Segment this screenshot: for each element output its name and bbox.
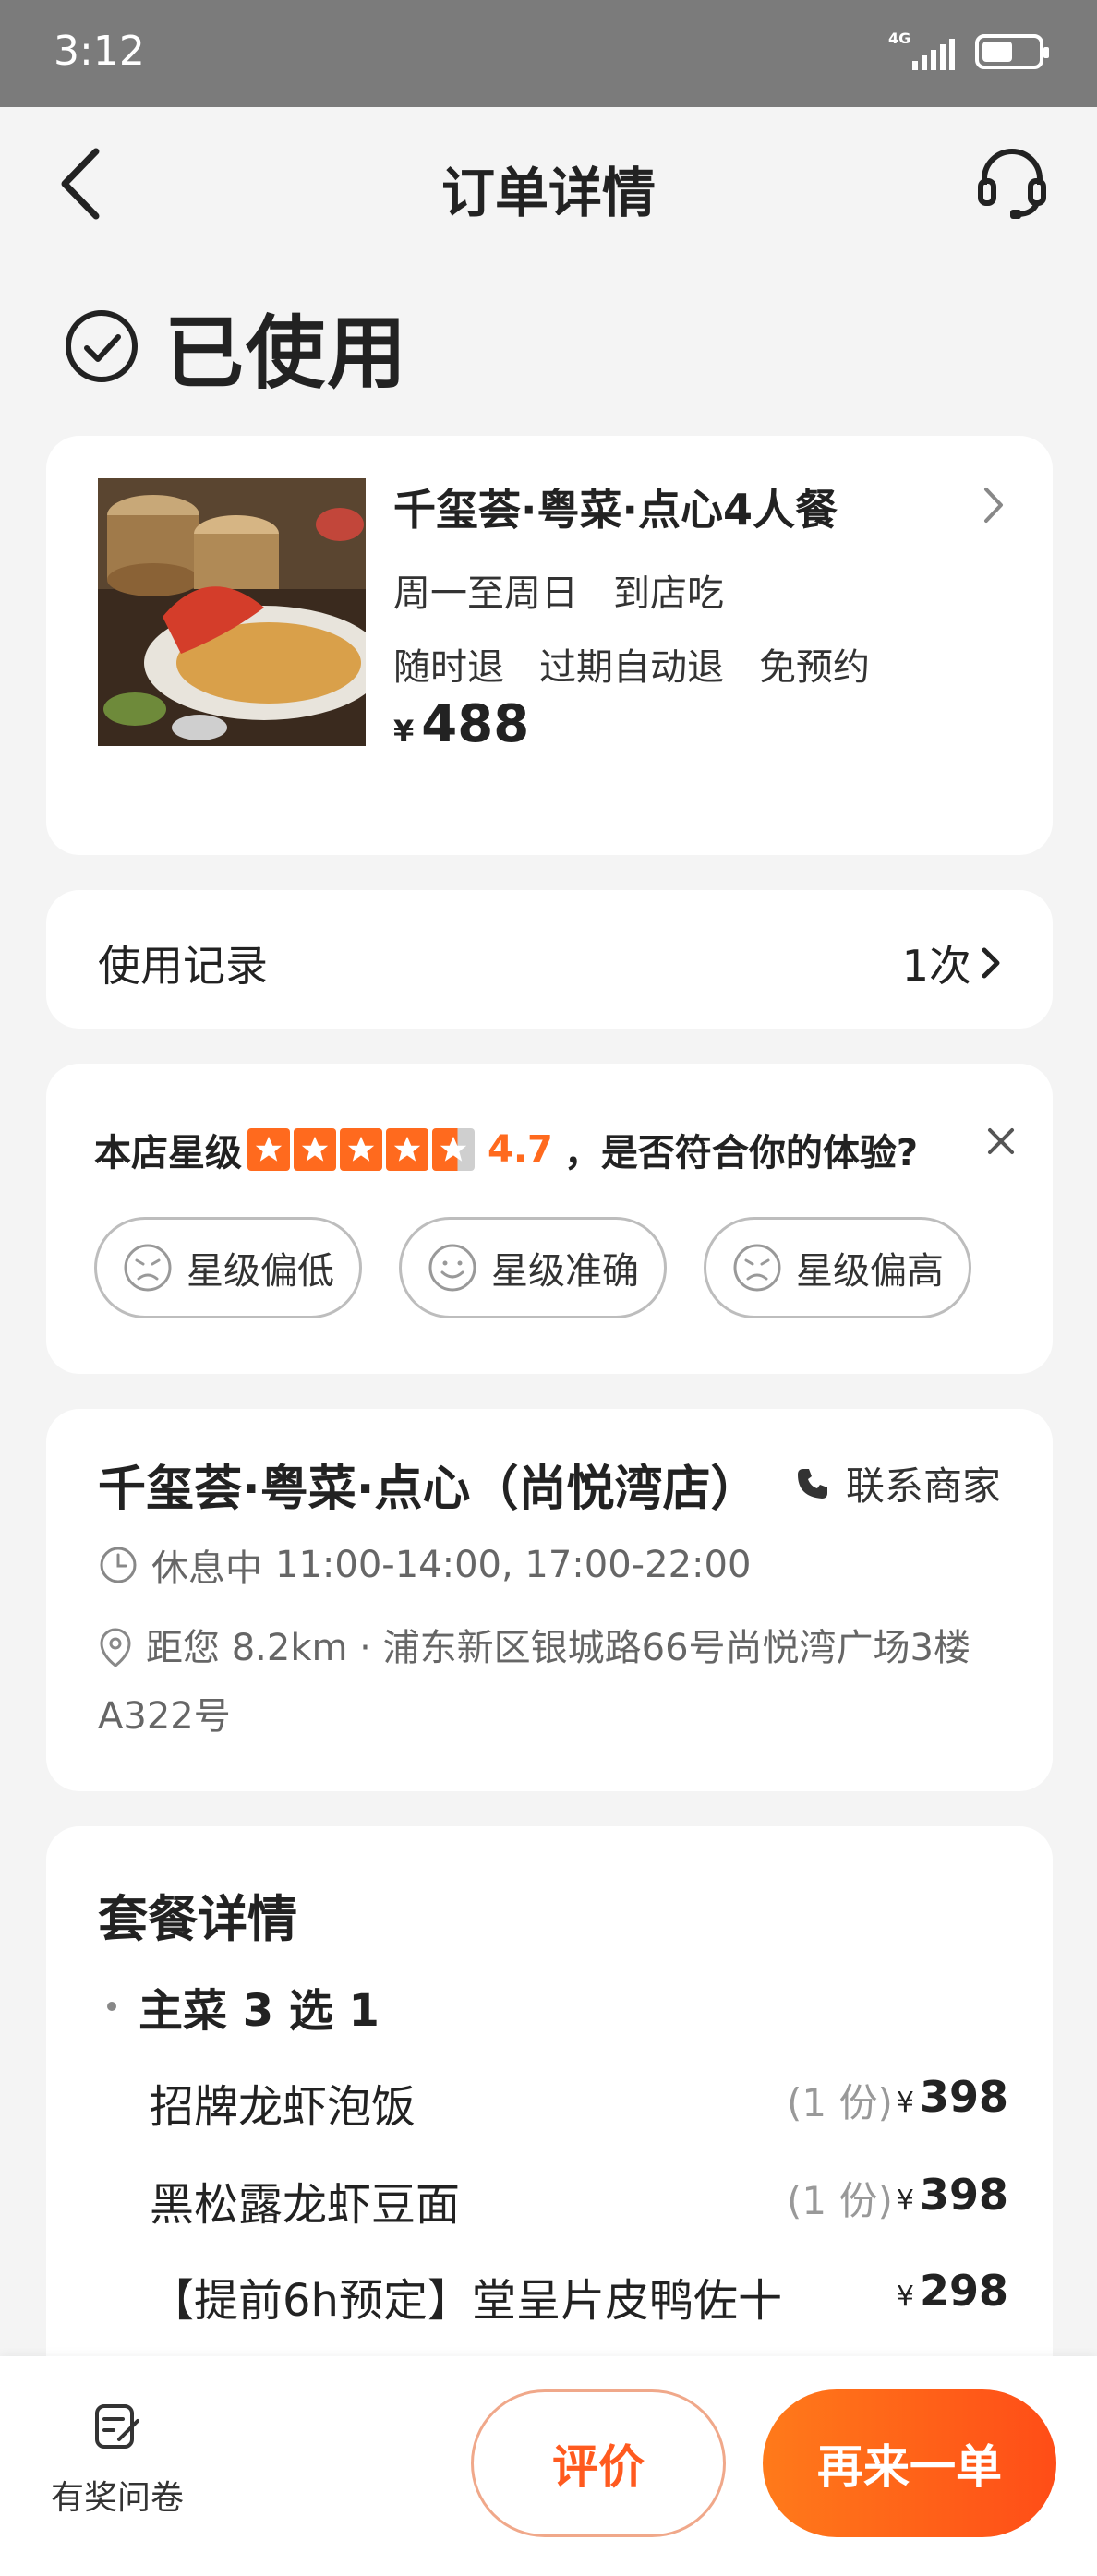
status-bar: 3:12 4G bbox=[0, 0, 1097, 107]
sad-face-icon bbox=[124, 1244, 172, 1292]
rating-option-label: 星级偏高 bbox=[796, 1250, 944, 1293]
page-title: 订单详情 bbox=[440, 162, 656, 224]
price-value: 398 bbox=[919, 2072, 1008, 2122]
survey-button[interactable]: 有奖问卷 bbox=[39, 2401, 196, 2519]
shop-hours: 休息中 11:00-14:00, 17:00-22:00 bbox=[98, 1538, 751, 1592]
package-title: 套餐详情 bbox=[98, 1890, 297, 1948]
package-item: 黑松露龙虾豆面 (1 份) ¥398 bbox=[150, 2168, 1008, 2242]
package-item-qty: (1 份) bbox=[787, 2080, 893, 2125]
shop-open-status: 休息中 bbox=[151, 1547, 262, 1590]
deal-price: ¥ 488 bbox=[393, 694, 529, 754]
star-icon bbox=[386, 1128, 428, 1171]
star-rating bbox=[247, 1128, 475, 1171]
package-item-price: ¥298 bbox=[897, 2266, 1008, 2316]
deal-tag: 随时退 bbox=[393, 646, 504, 689]
contact-merchant-label: 联系商家 bbox=[845, 1463, 1001, 1509]
headset-icon[interactable] bbox=[975, 144, 1049, 222]
shop-card: 千玺荟·粤菜·点心（尚悦湾店） 联系商家 休息中 11:00-14:00, 17… bbox=[46, 1409, 1053, 1791]
sad-face-icon bbox=[733, 1244, 781, 1292]
battery-fill bbox=[982, 42, 1012, 62]
usage-record-row[interactable]: 使用记录 1次 bbox=[46, 890, 1053, 1029]
currency-symbol: ¥ bbox=[393, 714, 415, 749]
rating-prompt: 本店星级 4.7 ，是否符合你的体验? bbox=[94, 1123, 918, 1176]
chevron-right-icon[interactable] bbox=[982, 486, 1005, 524]
deal-schedule: 周一至周日 到店吃 bbox=[393, 563, 724, 617]
review-button[interactable]: 评价 bbox=[471, 2389, 726, 2537]
price-value: 488 bbox=[421, 694, 530, 754]
package-item-qty: (1 份) bbox=[787, 2178, 893, 2223]
battery-icon bbox=[975, 34, 1049, 69]
package-group-label: 主菜 3 选 1 bbox=[139, 1985, 380, 2037]
signal-icon: 4G bbox=[888, 31, 955, 72]
contact-merchant-button[interactable]: 联系商家 bbox=[794, 1455, 1001, 1511]
order-status-text: 已使用 bbox=[164, 307, 408, 400]
deal-days: 周一至周日 bbox=[393, 572, 578, 615]
status-time: 3:12 bbox=[54, 28, 145, 75]
star-half-icon bbox=[432, 1128, 475, 1171]
shop-distance: 距您 8.2km bbox=[146, 1627, 348, 1669]
package-item: 招牌龙虾泡饭 (1 份) ¥398 bbox=[150, 2070, 1008, 2144]
package-item-name: 黑松露龙虾豆面 bbox=[150, 2179, 461, 2231]
bottom-action-bar: 有奖问卷 评价 再来一单 bbox=[0, 2356, 1097, 2576]
deal-title[interactable]: 千玺荟·粤菜·点心4人餐 bbox=[393, 476, 838, 537]
deal-tag: 免预约 bbox=[759, 646, 870, 689]
currency-symbol: ¥ bbox=[896, 2087, 914, 2119]
network-type: 4G bbox=[888, 30, 911, 47]
nav-bar: 订单详情 bbox=[0, 107, 1097, 264]
star-icon bbox=[340, 1128, 382, 1171]
currency-symbol: ¥ bbox=[896, 2281, 914, 2313]
usage-record-label: 使用记录 bbox=[98, 941, 268, 991]
package-item: 【提前6h预定】堂呈片皮鸭佐十 ¥298 bbox=[150, 2264, 1008, 2338]
phone-icon bbox=[797, 1468, 827, 1499]
deal-card[interactable]: 千玺荟·粤菜·点心4人餐 周一至周日 到店吃 随时退 过期自动退 免预约 ¥ 4… bbox=[46, 436, 1053, 855]
rating-options: 星级偏低 星级准确 星级偏高 bbox=[94, 1217, 971, 1318]
rating-too-low-button[interactable]: 星级偏低 bbox=[94, 1217, 362, 1318]
shop-name[interactable]: 千玺荟·粤菜·点心（尚悦湾店） bbox=[98, 1450, 763, 1519]
package-item-name: 招牌龙虾泡饭 bbox=[150, 2081, 416, 2133]
smile-face-icon bbox=[428, 1244, 476, 1292]
package-item-price: ¥398 bbox=[897, 2170, 1008, 2220]
reorder-button[interactable]: 再来一单 bbox=[763, 2389, 1056, 2537]
rating-option-label: 星级准确 bbox=[491, 1250, 639, 1293]
deal-tags: 随时退 过期自动退 免预约 bbox=[393, 637, 870, 691]
star-icon bbox=[247, 1128, 290, 1171]
rating-question: ，是否符合你的体验? bbox=[563, 1132, 919, 1174]
usage-count: 1次 bbox=[901, 941, 971, 991]
chevron-right-icon bbox=[982, 947, 1000, 979]
order-status: 已使用 bbox=[63, 288, 408, 403]
package-item-name: 【提前6h预定】堂呈片皮鸭佐十 bbox=[150, 2275, 782, 2327]
package-item-price: ¥398 bbox=[897, 2072, 1008, 2122]
deal-image bbox=[98, 478, 366, 746]
rating-score: 4.7 bbox=[488, 1128, 553, 1171]
deal-tag: 过期自动退 bbox=[539, 646, 724, 689]
bullet-dot bbox=[107, 2002, 116, 2011]
separator-dot: · bbox=[347, 1627, 383, 1669]
rating-option-label: 星级偏低 bbox=[187, 1250, 334, 1293]
status-icons: 4G bbox=[888, 31, 1049, 72]
survey-edit-icon bbox=[95, 2404, 139, 2449]
price-value: 298 bbox=[919, 2266, 1008, 2316]
survey-label: 有奖问卷 bbox=[50, 2479, 184, 2517]
clock-icon bbox=[100, 1547, 137, 1583]
package-group: 主菜 3 选 1 bbox=[107, 1974, 380, 2039]
close-icon[interactable] bbox=[982, 1123, 1019, 1160]
location-pin-icon bbox=[100, 1628, 131, 1667]
star-icon bbox=[294, 1128, 336, 1171]
rating-feedback-card: 本店星级 4.7 ，是否符合你的体验? 星级偏低 星级准确 星级偏高 bbox=[46, 1064, 1053, 1374]
rating-prefix: 本店星级 bbox=[94, 1132, 242, 1174]
shop-hours-text: 11:00-14:00, 17:00-22:00 bbox=[275, 1544, 752, 1586]
shop-address[interactable]: 距您 8.2km · 浦东新区银城路66号尚悦湾广场3楼A322号 bbox=[98, 1614, 1021, 1751]
deal-mode: 到店吃 bbox=[613, 572, 724, 615]
rating-accurate-button[interactable]: 星级准确 bbox=[399, 1217, 667, 1318]
currency-symbol: ¥ bbox=[896, 2185, 914, 2217]
rating-too-high-button[interactable]: 星级偏高 bbox=[704, 1217, 971, 1318]
usage-record-count[interactable]: 1次 bbox=[902, 933, 1001, 993]
price-value: 398 bbox=[919, 2170, 1008, 2220]
check-circle-icon bbox=[66, 309, 138, 382]
